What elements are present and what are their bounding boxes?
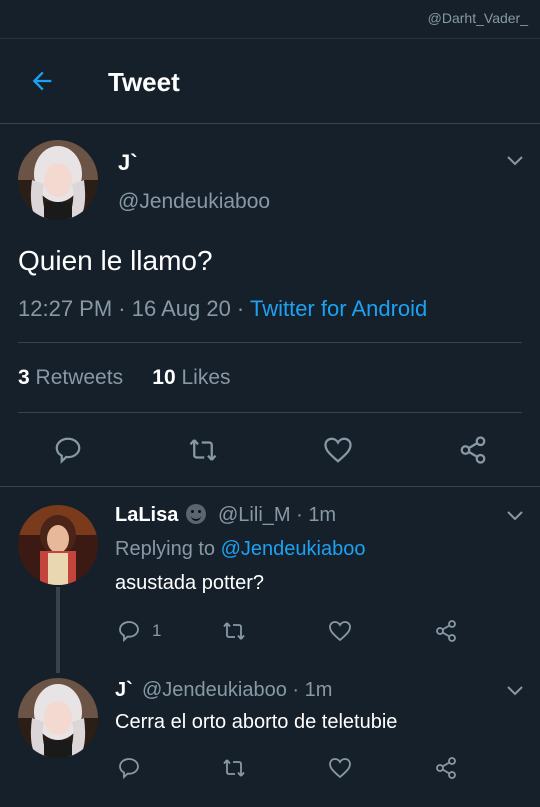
tweet-client-link[interactable]: Twitter for Android: [250, 296, 427, 321]
reply-handle-time[interactable]: @Jendeukiaboo · 1m: [142, 679, 332, 702]
tweet-meta: 12:27 PM · 16 Aug 20 · Twitter for Andro…: [18, 296, 427, 322]
reply-text: asustada potter?: [115, 572, 264, 594]
reply-icon[interactable]: [53, 435, 83, 465]
reply-handle-time[interactable]: @Lili_M · 1m: [218, 504, 336, 527]
share-icon[interactable]: [434, 619, 458, 643]
display-name[interactable]: J`: [118, 150, 138, 176]
divider: [18, 412, 522, 413]
avatar[interactable]: [18, 678, 98, 758]
retweets-label[interactable]: Retweets: [36, 366, 124, 389]
back-arrow-icon[interactable]: [28, 67, 56, 95]
share-icon[interactable]: [434, 756, 458, 780]
like-icon[interactable]: [328, 756, 352, 780]
tweet-timestamp: 12:27 PM · 16 Aug 20 ·: [18, 296, 250, 321]
user-handle[interactable]: @Jendeukiaboo: [118, 190, 270, 214]
divider: [0, 486, 540, 487]
reply-icon[interactable]: [117, 619, 141, 643]
likes-count[interactable]: 10: [152, 366, 175, 389]
tweet-stats: 3 Retweets 10 Likes: [18, 366, 231, 390]
reply-icon[interactable]: [117, 756, 141, 780]
chevron-down-icon[interactable]: [506, 685, 524, 697]
reply-display-name[interactable]: LaLisa: [115, 504, 208, 527]
chevron-down-icon[interactable]: [506, 510, 524, 522]
likes-label[interactable]: Likes: [181, 366, 230, 389]
smiley-emoji-icon: [185, 504, 206, 524]
top-bar: Tweet: [0, 38, 540, 124]
share-icon[interactable]: [458, 435, 488, 465]
reply-display-name[interactable]: J`: [115, 679, 133, 702]
retweet-icon[interactable]: [188, 435, 218, 465]
retweet-icon[interactable]: [222, 756, 246, 780]
like-icon[interactable]: [328, 619, 352, 643]
divider: [18, 342, 522, 343]
avatar[interactable]: [18, 140, 98, 220]
retweet-icon[interactable]: [222, 619, 246, 643]
reply-text: Cerra el orto aborto de teletubie: [115, 711, 398, 733]
chevron-down-icon[interactable]: [506, 155, 524, 167]
thread-line: [56, 587, 60, 673]
tweet-actions: [0, 432, 540, 468]
retweets-count[interactable]: 3: [18, 366, 30, 389]
tweet-text: Quien le llamo?: [18, 245, 213, 276]
avatar[interactable]: [18, 505, 98, 585]
like-icon[interactable]: [323, 435, 353, 465]
page-title: Tweet: [108, 67, 180, 97]
mention-link[interactable]: @Jendeukiaboo: [221, 538, 366, 560]
watermark: @Darht_Vader_: [427, 10, 528, 26]
reply-count: 1: [152, 621, 162, 640]
replying-to: Replying to @Jendeukiaboo: [115, 538, 366, 560]
